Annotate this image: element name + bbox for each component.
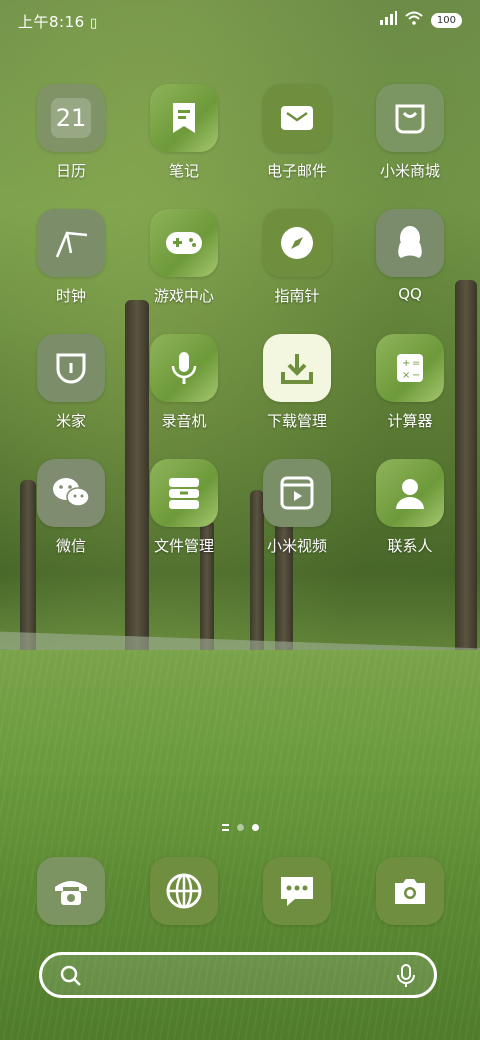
video-icon: [263, 459, 331, 527]
wifi-icon: [405, 11, 423, 29]
status-bar: 上午8:16 ▯ 100: [0, 0, 480, 40]
search-icon: [60, 965, 82, 991]
dock-messages[interactable]: [242, 857, 352, 925]
app-game-center[interactable]: 游戏中心: [129, 209, 239, 306]
app-downloads[interactable]: 下载管理: [242, 334, 352, 431]
search-bar[interactable]: [39, 952, 437, 998]
file-manager-icon: [150, 459, 218, 527]
email-icon: [263, 84, 331, 152]
download-icon: [263, 334, 331, 402]
app-mijia[interactable]: 米家: [16, 334, 126, 431]
svg-text:−: −: [412, 370, 420, 381]
gamepad-icon: [150, 209, 218, 277]
battery-indicator: 100: [430, 12, 462, 28]
app-file-manager[interactable]: 文件管理: [129, 459, 239, 556]
notes-icon: [150, 84, 218, 152]
voice-search-icon[interactable]: [396, 964, 416, 992]
app-calculator[interactable]: + = × − 计算器: [355, 334, 465, 431]
calculator-icon: + = × −: [376, 334, 444, 402]
app-clock[interactable]: 时钟: [16, 209, 126, 306]
app-wechat[interactable]: 微信: [16, 459, 126, 556]
globe-icon: [150, 857, 218, 925]
status-time: 上午8:16 ▯: [18, 13, 98, 31]
dock-camera[interactable]: [355, 857, 465, 925]
penguin-icon: [376, 209, 444, 277]
wechat-icon: [37, 459, 105, 527]
page-dot-1[interactable]: [236, 824, 244, 831]
dock-browser[interactable]: [129, 857, 239, 925]
contacts-icon: [376, 459, 444, 527]
app-contacts[interactable]: 联系人: [355, 459, 465, 556]
page-indicator-lines: [221, 824, 229, 831]
notification-icon: ▯: [89, 16, 98, 31]
app-notes[interactable]: 笔记: [129, 84, 239, 181]
app-recorder[interactable]: 录音机: [129, 334, 239, 431]
camera-icon: [376, 857, 444, 925]
clock-icon: [37, 209, 105, 277]
calendar-icon: 21: [37, 84, 105, 152]
app-qq[interactable]: QQ: [355, 209, 465, 303]
svg-text:+: +: [402, 358, 410, 369]
mijia-icon: [37, 334, 105, 402]
svg-text:=: =: [412, 358, 420, 369]
app-email[interactable]: 电子邮件: [242, 84, 352, 181]
shopping-bag-icon: [376, 84, 444, 152]
phone-icon: [37, 857, 105, 925]
page-indicator: [0, 824, 480, 831]
page-dot-2[interactable]: [251, 824, 259, 831]
svg-text:×: ×: [402, 370, 410, 381]
dock-phone[interactable]: [16, 857, 126, 925]
message-icon: [263, 857, 331, 925]
microphone-icon: [150, 334, 218, 402]
compass-icon: [263, 209, 331, 277]
app-mi-video[interactable]: 小米视频: [242, 459, 352, 556]
app-calendar[interactable]: 21 日历: [16, 84, 126, 181]
signal-icon: [379, 11, 397, 29]
app-compass[interactable]: 指南针: [242, 209, 352, 306]
app-mi-store[interactable]: 小米商城: [355, 84, 465, 181]
